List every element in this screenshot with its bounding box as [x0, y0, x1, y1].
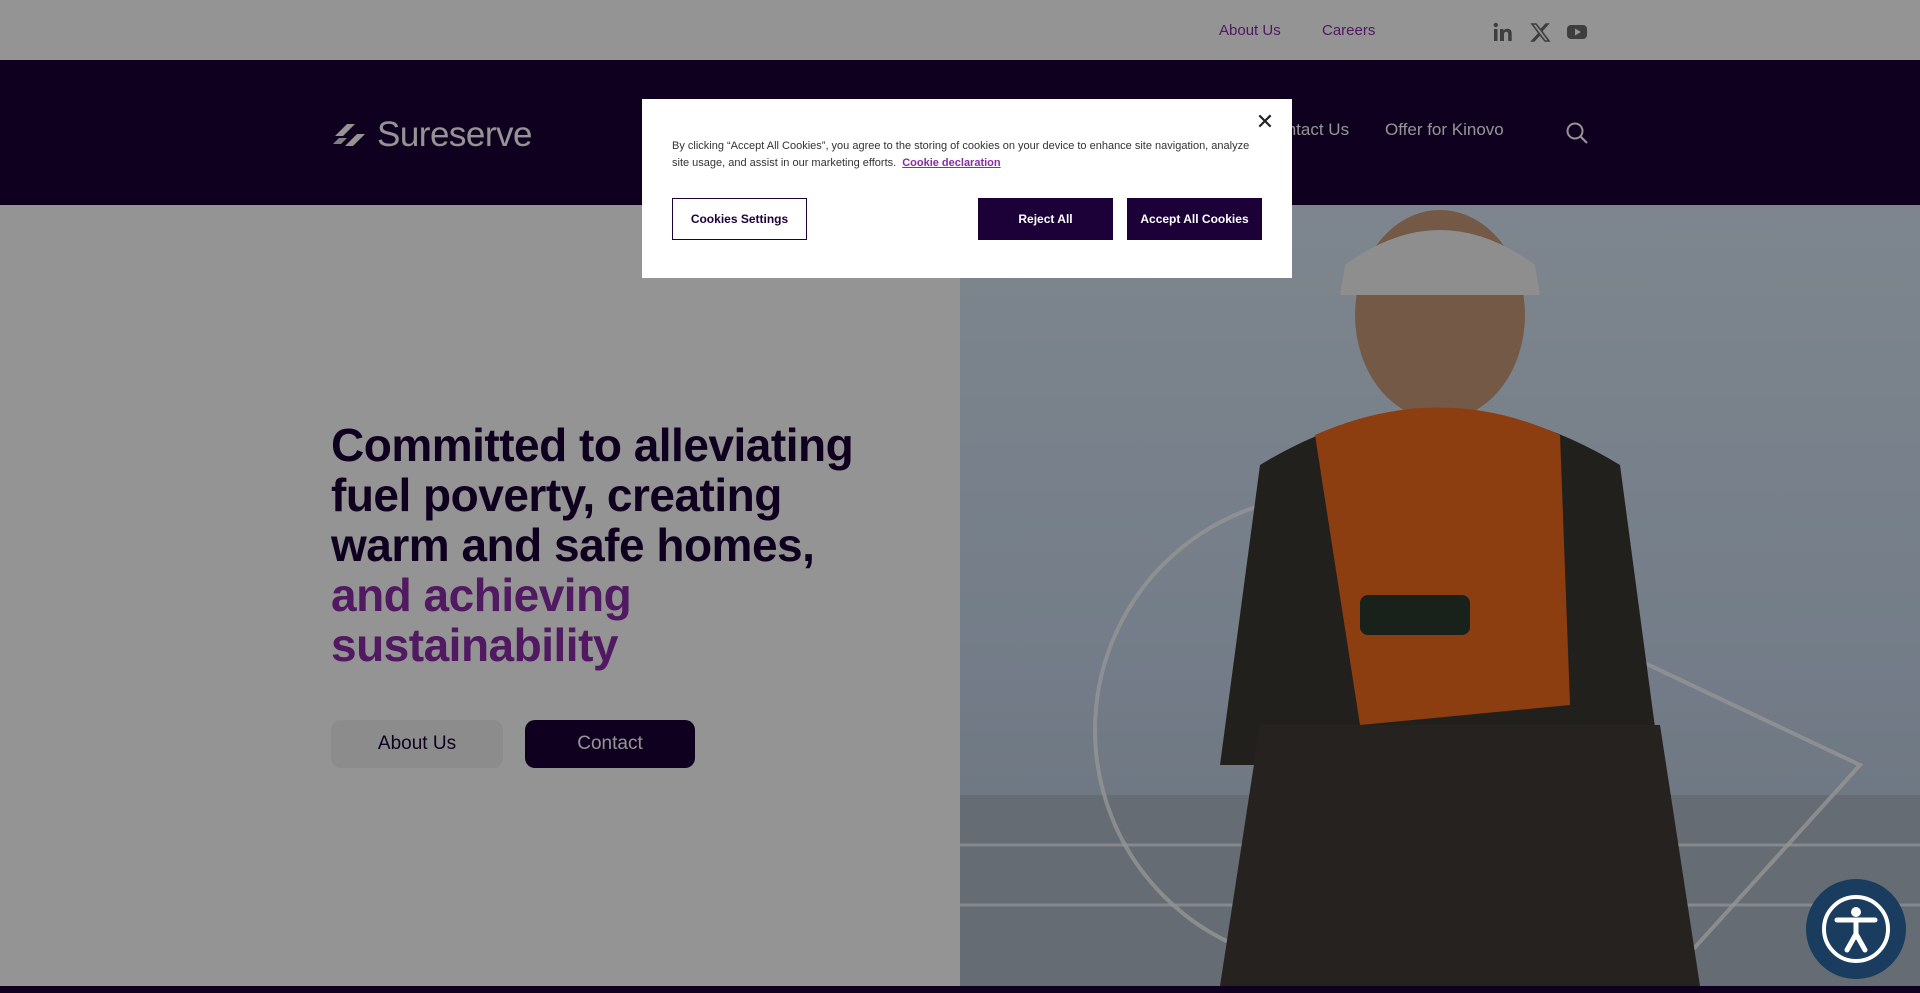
accessibility-icon	[1822, 895, 1890, 963]
cookies-settings-button[interactable]: Cookies Settings	[672, 198, 807, 240]
cookie-consent-dialog: ✕ By clicking “Accept All Cookies”, you …	[642, 99, 1292, 278]
accept-all-cookies-button[interactable]: Accept All Cookies	[1127, 198, 1262, 240]
cookie-message: By clicking “Accept All Cookies”, you ag…	[672, 138, 1252, 172]
cookie-declaration-link[interactable]: Cookie declaration	[902, 157, 1000, 169]
close-icon[interactable]: ✕	[1254, 111, 1276, 133]
reject-all-button[interactable]: Reject All	[978, 198, 1113, 240]
accessibility-button[interactable]	[1806, 879, 1906, 979]
